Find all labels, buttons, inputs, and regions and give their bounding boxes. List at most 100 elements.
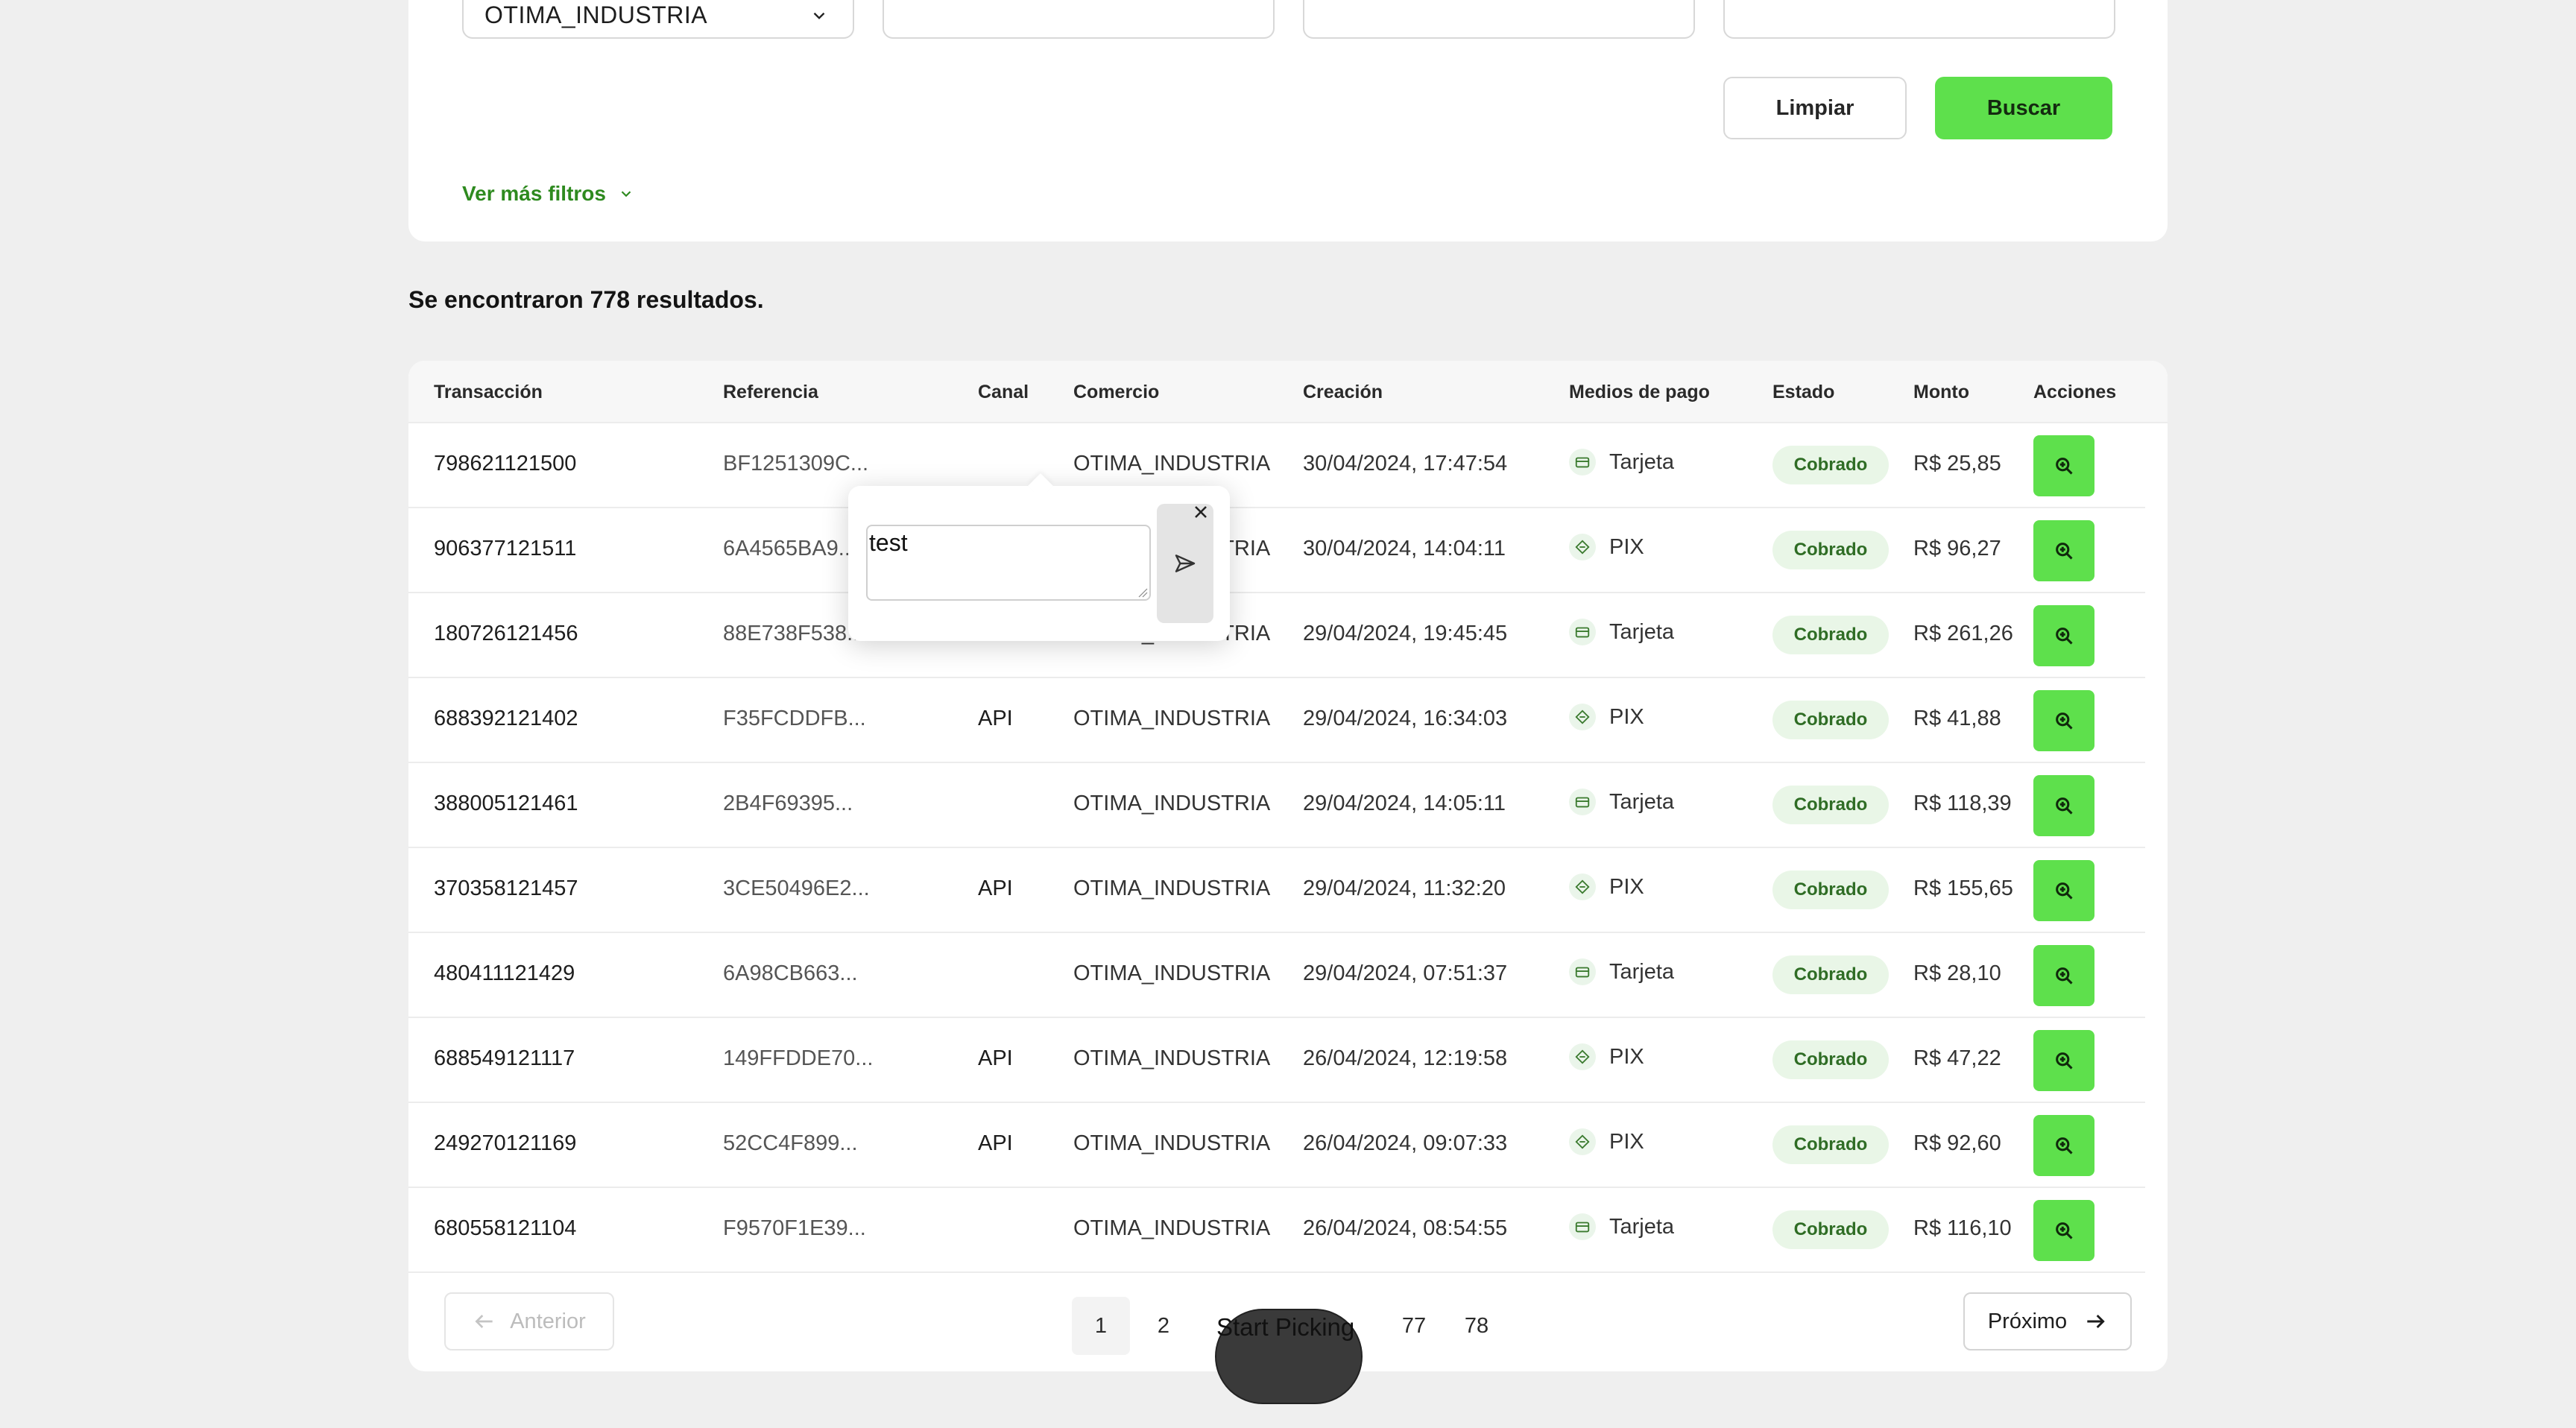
column-header-created: Creación (1303, 382, 1383, 402)
transaction-id[interactable]: 370358121457 (434, 876, 578, 901)
card-icon (1569, 449, 1596, 476)
status-badge: Cobrado (1772, 1125, 1889, 1164)
status-badge: Cobrado (1772, 446, 1889, 484)
created-at: 29/04/2024, 14:05:11 (1303, 792, 1506, 815)
clear-button[interactable]: Limpiar (1723, 77, 1907, 139)
transaction-id[interactable]: 688392121402 (434, 707, 578, 731)
transaction-id[interactable]: 480411121429 (434, 961, 575, 986)
merchant: OTIMA_INDUSTRIA (1073, 961, 1271, 985)
pix-icon (1569, 704, 1596, 730)
merchant: OTIMA_INDUSTRIA (1073, 707, 1271, 730)
card-icon (1569, 789, 1596, 815)
payment-method: Tarjeta (1569, 958, 1674, 985)
reference: 6A4565BA9... (723, 537, 856, 560)
payment-method: Tarjeta (1569, 1213, 1674, 1240)
status-badge: Cobrado (1772, 701, 1889, 739)
merchant-select-value: OTIMA_INDUSTRIA (484, 1, 708, 28)
arrow-left-icon (475, 1315, 493, 1328)
transaction-id[interactable]: 798621121500 (434, 452, 576, 476)
more-filters-toggle[interactable]: Ver más filtros (462, 182, 634, 206)
comment-textarea[interactable]: test (866, 525, 1151, 601)
view-details-button[interactable] (2033, 945, 2094, 1006)
payment-method: PIX (1569, 704, 1644, 730)
table-row: 18072612145688E738F538...OTIMA_INDUSTRIA… (408, 593, 2145, 678)
transaction-id[interactable]: 680558121104 (434, 1216, 576, 1241)
send-icon (1175, 555, 1196, 572)
view-details-button[interactable] (2033, 605, 2094, 666)
close-button[interactable] (1190, 501, 1212, 523)
chevron-down-icon (813, 12, 825, 19)
table-row: 688549121117 149FFDDE70... API OTIMA_INDUST… (408, 1018, 2145, 1103)
amount: R$ 41,88 (1913, 707, 2001, 730)
payment-method: PIX (1569, 1043, 1644, 1070)
view-details-button[interactable] (2033, 775, 2094, 836)
status-badge: Cobrado (1772, 1210, 1889, 1249)
view-details-button[interactable] (2033, 1115, 2094, 1176)
filter-field-2[interactable] (883, 0, 1275, 39)
reference: F35FCDDFB... (723, 707, 866, 730)
previous-page-label: Anterior (510, 1309, 586, 1333)
merchant: OTIMA_INDUSTRIA (1073, 1131, 1271, 1155)
more-filters-label: Ver más filtros (462, 182, 606, 205)
pix-icon (1569, 1128, 1596, 1155)
page-button-77[interactable]: 77 (1385, 1297, 1443, 1355)
view-details-button[interactable] (2033, 435, 2094, 496)
transaction-id[interactable]: 388005121461 (434, 792, 578, 816)
filter-field-4[interactable] (1723, 0, 2115, 39)
zoom-in-icon (2053, 1050, 2074, 1071)
reference: 88E738F538... (723, 622, 865, 645)
filter-field-3[interactable] (1303, 0, 1695, 39)
page-button-78[interactable]: 78 (1448, 1297, 1506, 1355)
filter-panel: OTIMA_INDUSTRIA Limpiar Buscar Ver más f… (408, 0, 2168, 241)
arrow-right-icon (2087, 1314, 2105, 1329)
status-badge: Cobrado (1772, 871, 1889, 909)
payment-method-label: PIX (1609, 874, 1644, 899)
view-details-button[interactable] (2033, 520, 2094, 581)
reference: BF1251309C... (723, 452, 869, 476)
view-details-button[interactable] (2033, 1200, 2094, 1261)
reference: F9570F1E39... (723, 1216, 866, 1240)
view-details-button[interactable] (2033, 690, 2094, 751)
payment-method: PIX (1569, 1128, 1644, 1155)
column-header-merchant: Comercio (1073, 382, 1160, 402)
zoom-in-icon (2053, 880, 2074, 901)
column-header-status: Estado (1772, 382, 1835, 402)
next-page-button[interactable]: Próximo (1963, 1292, 2132, 1350)
merchant: OTIMA_INDUSTRIA (1073, 876, 1271, 900)
table-row: 480411121429 6A98CB663... OTIMA_INDUSTRIA 2… (408, 933, 2145, 1018)
zoom-in-icon (2053, 625, 2074, 646)
payment-method-label: Tarjeta (1609, 959, 1675, 984)
view-details-button[interactable] (2033, 860, 2094, 921)
transaction-id[interactable]: 180726121456 (434, 622, 578, 646)
card-icon (1569, 619, 1596, 645)
zoom-in-icon (2053, 1135, 2074, 1156)
status-badge: Cobrado (1772, 955, 1889, 994)
page-button-1[interactable]: 1 (1072, 1297, 1130, 1355)
transaction-id[interactable]: 249270121169 (434, 1131, 576, 1156)
reference: 149FFDDE70... (723, 1046, 874, 1070)
created-at: 30/04/2024, 17:47:54 (1303, 452, 1508, 476)
merchant-select[interactable]: OTIMA_INDUSTRIA (462, 0, 854, 39)
resize-grip-icon[interactable] (1137, 587, 1148, 598)
search-button[interactable]: Buscar (1935, 77, 2112, 139)
payment-method-label: Tarjeta (1609, 789, 1675, 814)
chevron-down-icon (621, 191, 631, 198)
transaction-id[interactable]: 688549121117 (434, 1046, 575, 1071)
payment-method-label: PIX (1609, 704, 1644, 729)
page-button-2[interactable]: 2 (1134, 1297, 1193, 1355)
payment-method-label: PIX (1609, 1129, 1644, 1154)
column-header-reference: Referencia (723, 382, 818, 402)
close-icon (1195, 506, 1207, 518)
payment-method: Tarjeta (1569, 789, 1674, 815)
channel: API (978, 1131, 1013, 1155)
amount: R$ 25,85 (1913, 452, 2001, 476)
reference: 2B4F69395... (723, 792, 853, 815)
created-at: 29/04/2024, 07:51:37 (1303, 961, 1508, 985)
merchant: OTIMA_INDUSTRIA (1073, 1216, 1271, 1240)
channel: API (978, 876, 1013, 900)
previous-page-button[interactable]: Anterior (444, 1292, 614, 1350)
view-details-button[interactable] (2033, 1030, 2094, 1091)
column-header-transaction: Transacción (434, 382, 543, 402)
table-row: 680558121104 F9570F1E39... OTIMA_INDUSTRIA… (408, 1188, 2145, 1273)
transaction-id[interactable]: 906377121511 (434, 537, 576, 561)
